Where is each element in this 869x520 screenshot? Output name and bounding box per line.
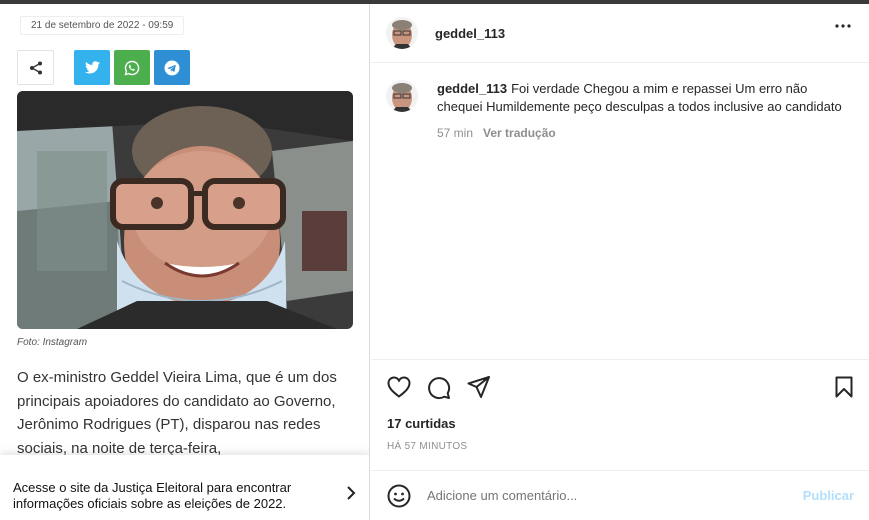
telegram-icon (164, 60, 180, 75)
whatsapp-icon (124, 60, 140, 76)
post-time-ago: HÁ 57 MINUTOS (387, 441, 468, 452)
chevron-right-icon (347, 486, 356, 500)
comment-username[interactable]: geddel_113 (437, 81, 507, 96)
post-username[interactable]: geddel_113 (435, 26, 505, 41)
translate-link[interactable]: Ver tradução (483, 126, 556, 140)
comment-body: geddel_113 Foi verdade Chegou a mim e rep… (437, 80, 847, 142)
article-date: 21 de setembro de 2022 - 09:59 (20, 16, 185, 35)
caption-comment: geddel_113 Foi verdade Chegou a mim e rep… (386, 80, 856, 142)
more-options-icon[interactable] (835, 24, 851, 28)
article-photo (17, 91, 353, 329)
whatsapp-share-button[interactable] (114, 50, 150, 85)
send-icon[interactable] (467, 376, 491, 398)
selfie-photo-image (17, 91, 353, 329)
emoji-icon[interactable] (387, 484, 411, 508)
likes-count[interactable]: 17 curtidas (387, 416, 456, 431)
comment-icon[interactable] (427, 376, 451, 400)
twitter-icon (84, 61, 100, 74)
election-info-banner[interactable]: Acesse o site da Justiça Eleitoral para … (0, 455, 369, 520)
banner-text: Acesse o site da Justiça Eleitoral para … (13, 480, 292, 511)
bookmark-icon[interactable] (835, 376, 853, 398)
post-header: geddel_113 (371, 4, 869, 63)
article-panel: 21 de setembro de 2022 - 09:59 Foto: Ins… (0, 4, 370, 520)
comment-input[interactable] (427, 488, 803, 503)
publish-button[interactable]: Publicar (803, 488, 854, 503)
twitter-share-button[interactable] (74, 50, 110, 85)
post-actions (371, 359, 869, 410)
photo-caption: Foto: Instagram (17, 337, 88, 348)
avatar-image (386, 17, 418, 49)
heart-icon[interactable] (387, 376, 411, 398)
article-body: O ex-ministro Geddel Vieira Lima, que é … (17, 369, 337, 457)
telegram-share-button[interactable] (154, 50, 190, 85)
share-icon (29, 61, 42, 74)
comment-avatar[interactable] (386, 80, 418, 112)
avatar-image (386, 80, 418, 112)
comment-meta: 57 min Ver tradução (437, 124, 847, 142)
comment-time: 57 min (437, 126, 474, 140)
add-comment-bar: Publicar (371, 470, 869, 520)
share-bar (17, 50, 190, 85)
share-button[interactable] (17, 50, 54, 85)
instagram-post-panel: geddel_113 geddel_113 Foi verdade Chegou … (371, 4, 869, 520)
avatar[interactable] (386, 17, 418, 49)
